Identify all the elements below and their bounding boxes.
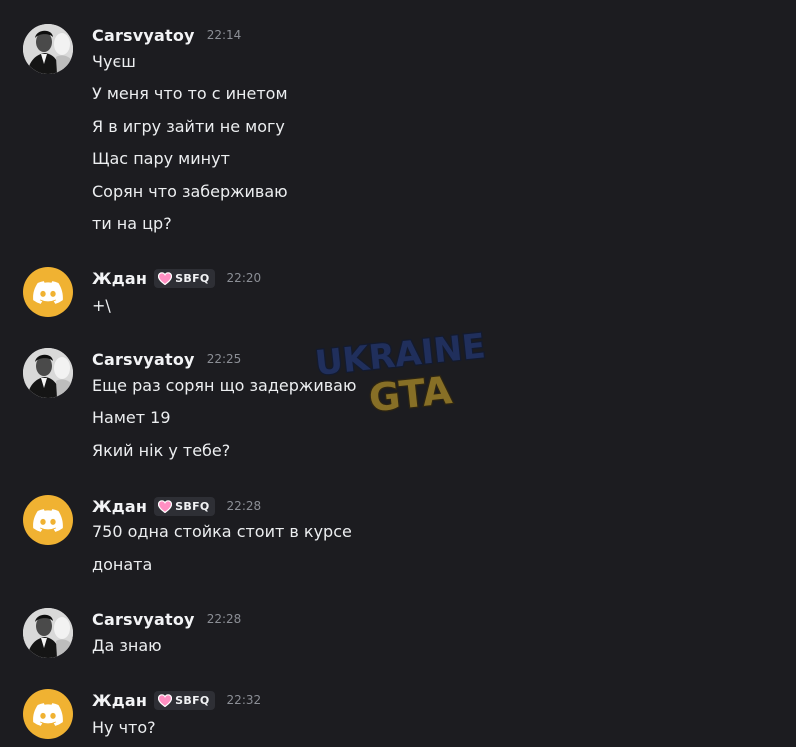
message-text: +\ xyxy=(92,296,111,315)
message-text: Який нік у тебе? xyxy=(92,441,231,460)
timestamp[interactable]: 22:20 xyxy=(227,271,262,285)
heart-icon xyxy=(158,499,173,513)
message-text: 750 одна стойка стоит в курсе xyxy=(92,522,352,541)
username[interactable]: Carsvyatoy xyxy=(92,610,195,629)
server-tag[interactable]: SBFQ xyxy=(154,496,215,516)
tag-label: SBFQ xyxy=(175,271,210,285)
message-text: Я в игру зайти не могу xyxy=(92,117,285,136)
message-header: Carsvyatoy 22:28 xyxy=(92,607,241,631)
user-avatar[interactable] xyxy=(23,267,73,317)
user-avatar[interactable] xyxy=(23,689,73,739)
message-text: Щас пару минут xyxy=(92,149,230,168)
discord-logo-icon xyxy=(33,508,63,532)
user-photo-avatar xyxy=(23,348,73,398)
ukraine-gta-watermark: UKRAINE GTA xyxy=(312,325,489,422)
timestamp[interactable]: 22:32 xyxy=(227,693,262,707)
server-tag[interactable]: SBFQ xyxy=(154,690,215,710)
heart-icon xyxy=(158,271,173,285)
message-header: Ждан SBFQ 22:28 xyxy=(92,494,261,518)
username[interactable]: Ждан xyxy=(92,497,147,516)
user-photo-avatar xyxy=(23,24,73,74)
timestamp[interactable]: 22:25 xyxy=(207,352,242,366)
username[interactable]: Ждан xyxy=(92,691,147,710)
user-avatar[interactable] xyxy=(23,495,73,545)
message-text: ти на цр? xyxy=(92,214,172,233)
discord-logo-icon xyxy=(33,280,63,304)
message-header: Carsvyatoy 22:25 xyxy=(92,347,241,371)
discord-logo-icon xyxy=(33,702,63,726)
watermark-line2: GTA xyxy=(367,368,455,420)
tag-label: SBFQ xyxy=(175,693,210,707)
timestamp[interactable]: 22:28 xyxy=(227,499,262,513)
user-avatar[interactable] xyxy=(23,608,73,658)
timestamp[interactable]: 22:28 xyxy=(207,612,242,626)
user-avatar[interactable] xyxy=(23,24,73,74)
message-header: Ждан SBFQ 22:20 xyxy=(92,266,261,290)
user-avatar[interactable] xyxy=(23,348,73,398)
heart-icon xyxy=(158,693,173,707)
message-text: У меня что то с инетом xyxy=(92,84,288,103)
tag-label: SBFQ xyxy=(175,499,210,513)
message-text: Намет 19 xyxy=(92,408,171,427)
timestamp[interactable]: 22:14 xyxy=(207,28,242,42)
message-text: Сорян что заберживаю xyxy=(92,182,288,201)
message-header: Carsvyatoy 22:14 xyxy=(92,23,241,47)
username[interactable]: Carsvyatoy xyxy=(92,26,195,45)
username[interactable]: Carsvyatoy xyxy=(92,350,195,369)
server-tag[interactable]: SBFQ xyxy=(154,268,215,288)
message-text: Чуєш xyxy=(92,52,136,71)
username[interactable]: Ждан xyxy=(92,269,147,288)
message-text: Еще раз сорян що задерживаю xyxy=(92,376,357,395)
message-text: доната xyxy=(92,555,153,574)
message-text: Ну что? xyxy=(92,718,156,737)
user-photo-avatar xyxy=(23,608,73,658)
chat-messages: Carsvyatoy 22:14 Чуєш У меня что то с ин… xyxy=(0,0,796,747)
message-header: Ждан SBFQ 22:32 xyxy=(92,688,261,712)
message-text: Да знаю xyxy=(92,636,162,655)
